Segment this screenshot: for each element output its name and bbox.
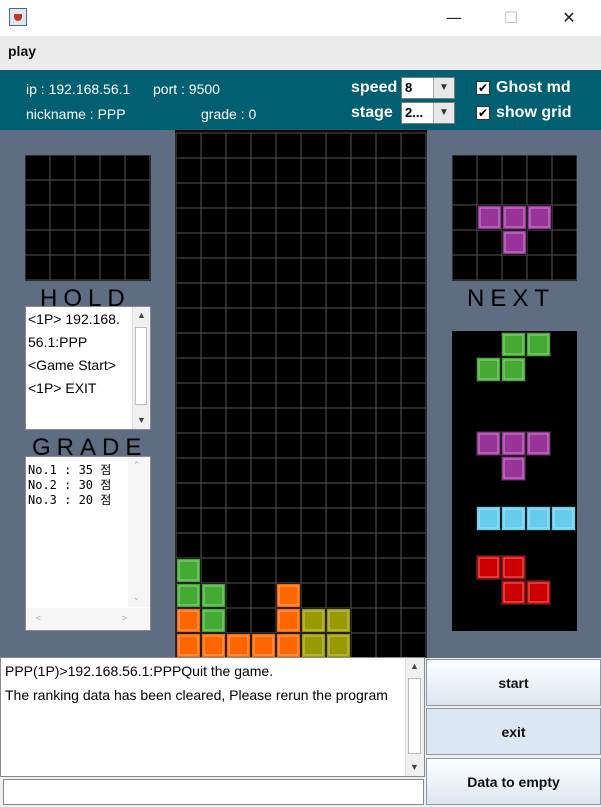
scroll-down-icon[interactable]: ▼: [406, 759, 423, 776]
stage-label: stage: [351, 104, 393, 121]
scroll-thumb[interactable]: [135, 327, 147, 405]
block-purple: [501, 431, 526, 456]
chevron-left-icon[interactable]: <: [30, 610, 47, 627]
log-line: <1P> EXIT: [28, 380, 97, 396]
menu-bar: [0, 36, 601, 70]
board-grid: [175, 132, 427, 658]
scroll-thumb[interactable]: [408, 678, 421, 754]
block-olive: [301, 608, 326, 633]
stage-value: 2...: [405, 105, 424, 120]
block-purple: [501, 456, 526, 481]
menu-play[interactable]: play: [8, 43, 36, 59]
chat-line: The ranking data has been cleared, Pleas…: [5, 687, 388, 703]
maximize-icon[interactable]: ☐: [488, 0, 534, 36]
hold-box: [25, 155, 151, 281]
log-line: <Game Start>: [28, 357, 116, 373]
block-purple: [527, 205, 552, 230]
log-panel: <1P> 192.168. 56.1:PPP <Game Start> <1P>…: [25, 306, 151, 430]
block-orange: [276, 608, 301, 633]
chat-log: PPP(1P)>192.168.56.1:PPPQuit the game. T…: [0, 657, 425, 777]
block-orange: [176, 608, 201, 633]
block-orange: [276, 633, 301, 658]
block-purple: [502, 205, 527, 230]
block-green: [201, 608, 226, 633]
block-olive: [326, 633, 351, 658]
block-cyan: [476, 506, 501, 531]
close-icon[interactable]: ✕: [546, 0, 592, 36]
chevron-right-icon[interactable]: >: [116, 610, 133, 627]
block-olive: [301, 633, 326, 658]
game-board: [175, 130, 427, 658]
block-purple: [476, 431, 501, 456]
block-cyan: [551, 506, 576, 531]
block-orange: [276, 583, 301, 608]
next-box: [452, 155, 577, 281]
grid-label: show grid: [496, 104, 572, 121]
chevron-down-icon[interactable]: ⌄: [128, 589, 145, 606]
block-purple: [477, 205, 502, 230]
block-green: [176, 583, 201, 608]
grade-entry: No.3 : 20 점: [28, 493, 112, 507]
block-green: [526, 332, 551, 357]
scroll-down-icon[interactable]: ▼: [133, 412, 150, 429]
port-label: port : 9500: [153, 81, 220, 97]
grade-panel: No.1 : 35 점 No.2 : 30 점 No.3 : 20 점 ⌃ ⌄ …: [25, 456, 151, 631]
nickname-label: nickname : PPP: [26, 106, 126, 122]
speed-value: 8: [405, 80, 413, 95]
block-red: [501, 580, 526, 605]
block-orange: [251, 633, 276, 658]
next-grid: [452, 155, 577, 281]
java-cup-icon: [9, 8, 27, 26]
block-olive: [326, 608, 351, 633]
chevron-down-icon[interactable]: ▼: [433, 103, 454, 123]
stage-select[interactable]: 2... ▼: [401, 102, 455, 124]
ghost-checkbox[interactable]: ✔: [476, 81, 490, 95]
block-cyan: [501, 506, 526, 531]
log-scrollbar[interactable]: ▲ ▼: [132, 307, 150, 429]
block-orange: [201, 633, 226, 658]
block-red: [476, 555, 501, 580]
block-orange: [226, 633, 251, 658]
speed-select[interactable]: 8 ▼: [401, 77, 455, 99]
start-button[interactable]: start: [426, 659, 601, 706]
block-green: [501, 357, 526, 382]
block-orange: [176, 633, 201, 658]
block-purple: [502, 230, 527, 255]
block-red: [526, 580, 551, 605]
block-purple: [526, 431, 551, 456]
log-line: 56.1:PPP: [28, 334, 88, 350]
ip-label: ip : 192.168.56.1: [26, 81, 131, 97]
block-green: [176, 558, 201, 583]
block-cyan: [526, 506, 551, 531]
next-queue: [452, 331, 577, 631]
block-red: [501, 555, 526, 580]
chevron-down-icon[interactable]: ▼: [433, 78, 454, 98]
ghost-label: Ghost md: [496, 79, 571, 96]
scroll-up-icon[interactable]: ▲: [406, 658, 423, 675]
grid-checkbox[interactable]: ✔: [476, 106, 490, 120]
block-green: [501, 332, 526, 357]
queue-pieces: [476, 332, 576, 605]
grade-vscrollbar[interactable]: ⌃ ⌄: [128, 457, 150, 607]
chevron-up-icon[interactable]: ⌃: [128, 457, 145, 474]
speed-label: speed: [351, 79, 398, 96]
data-to-empty-button[interactable]: Data to empty: [426, 758, 601, 805]
log-line: <1P> 192.168.: [28, 311, 120, 327]
block-green: [201, 583, 226, 608]
scroll-up-icon[interactable]: ▲: [133, 307, 150, 324]
hold-grid: [25, 155, 151, 281]
grade-hscrollbar[interactable]: < >: [26, 608, 150, 630]
next-caption: NEXT: [467, 285, 556, 312]
block-green: [476, 357, 501, 382]
minimize-icon[interactable]: —: [431, 0, 477, 36]
chat-input[interactable]: [3, 779, 424, 805]
grade-label: grade : 0: [201, 106, 257, 122]
chat-line: PPP(1P)>192.168.56.1:PPPQuit the game.: [5, 663, 274, 679]
exit-button[interactable]: exit: [426, 708, 601, 755]
chat-scrollbar[interactable]: ▲ ▼: [405, 658, 424, 776]
